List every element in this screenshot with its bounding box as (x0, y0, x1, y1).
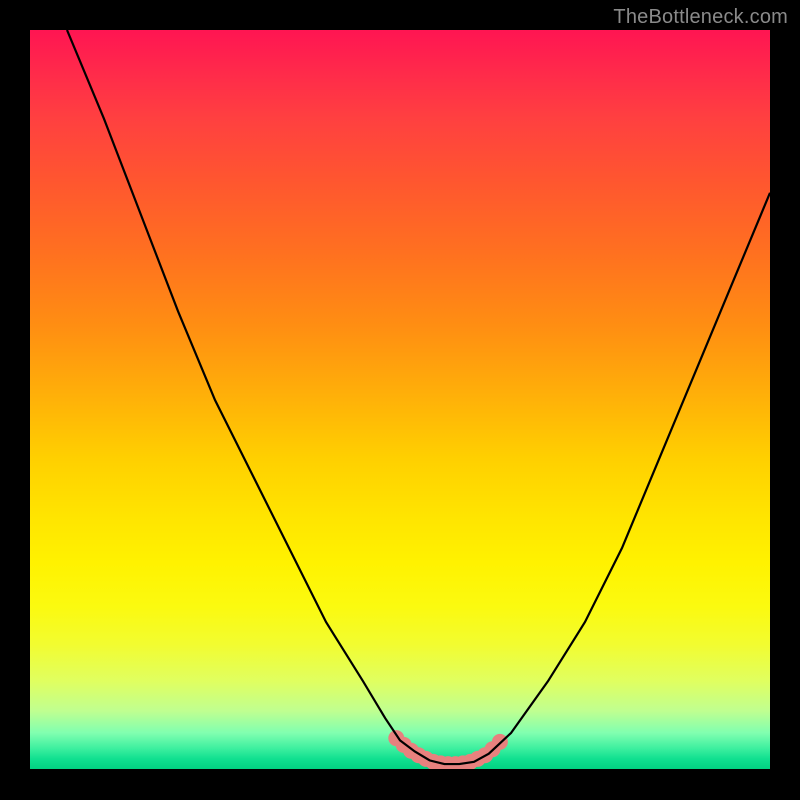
bottleneck-curve (67, 30, 770, 764)
chart-frame: TheBottleneck.com (0, 0, 800, 800)
watermark-text: TheBottleneck.com (613, 6, 788, 29)
plot-area (30, 30, 770, 770)
baseline-band (30, 769, 770, 770)
curve-layer (30, 30, 770, 770)
